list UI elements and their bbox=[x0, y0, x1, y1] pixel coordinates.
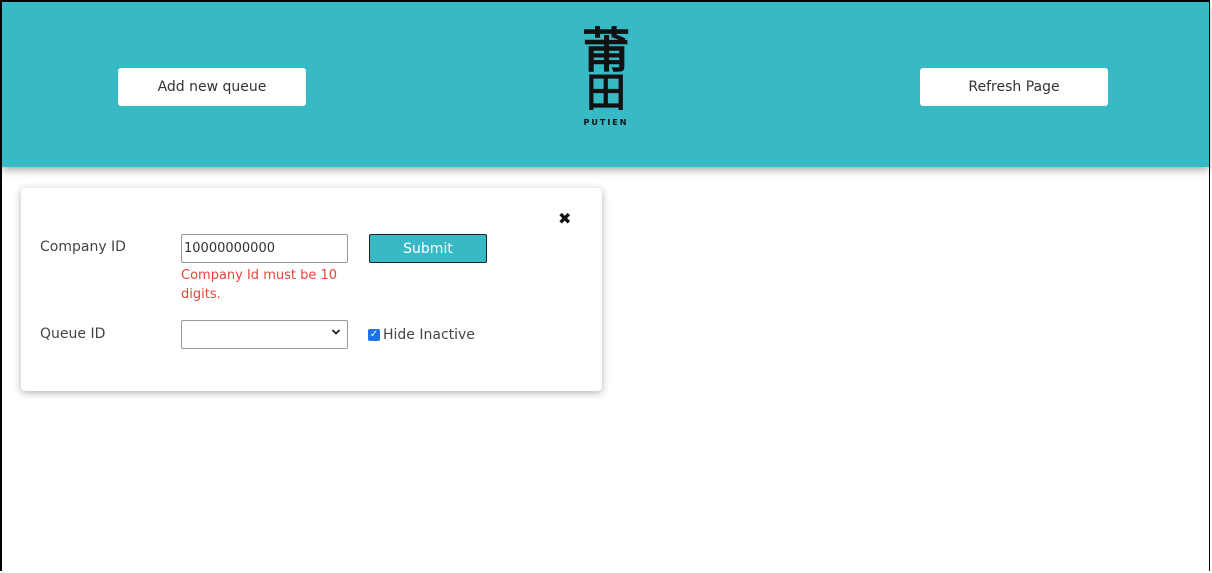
chevron-down-icon bbox=[331, 326, 341, 340]
queue-id-label: Queue ID bbox=[40, 326, 106, 342]
hide-inactive-label: Hide Inactive bbox=[383, 327, 475, 343]
queue-id-select[interactable] bbox=[181, 320, 348, 349]
logo-char-1: 莆 bbox=[581, 23, 630, 79]
putien-logo: 莆 田 PUTIEN bbox=[576, 23, 636, 148]
company-id-value: 10000000000 bbox=[184, 241, 275, 256]
submit-button[interactable]: Submit bbox=[369, 234, 487, 263]
queue-form-card: ✖ Company ID 10000000000 Company Id must… bbox=[21, 188, 602, 391]
hide-inactive-checkbox[interactable]: ✓ bbox=[368, 329, 380, 341]
add-new-queue-button[interactable]: Add new queue bbox=[118, 68, 306, 106]
close-icon[interactable]: ✖ bbox=[558, 209, 571, 228]
refresh-page-button[interactable]: Refresh Page bbox=[920, 68, 1108, 106]
header-bar: Add new queue 莆 田 PUTIEN Refresh Page bbox=[2, 2, 1209, 167]
company-id-error: Company Id must be 10 digits. bbox=[181, 268, 338, 302]
company-id-field[interactable]: 10000000000 bbox=[181, 234, 348, 263]
logo-char-2: 田 bbox=[586, 69, 626, 116]
hide-inactive-toggle[interactable]: ✓ Hide Inactive bbox=[368, 327, 475, 343]
company-id-label: Company ID bbox=[40, 239, 126, 255]
logo-name: PUTIEN bbox=[583, 118, 629, 127]
